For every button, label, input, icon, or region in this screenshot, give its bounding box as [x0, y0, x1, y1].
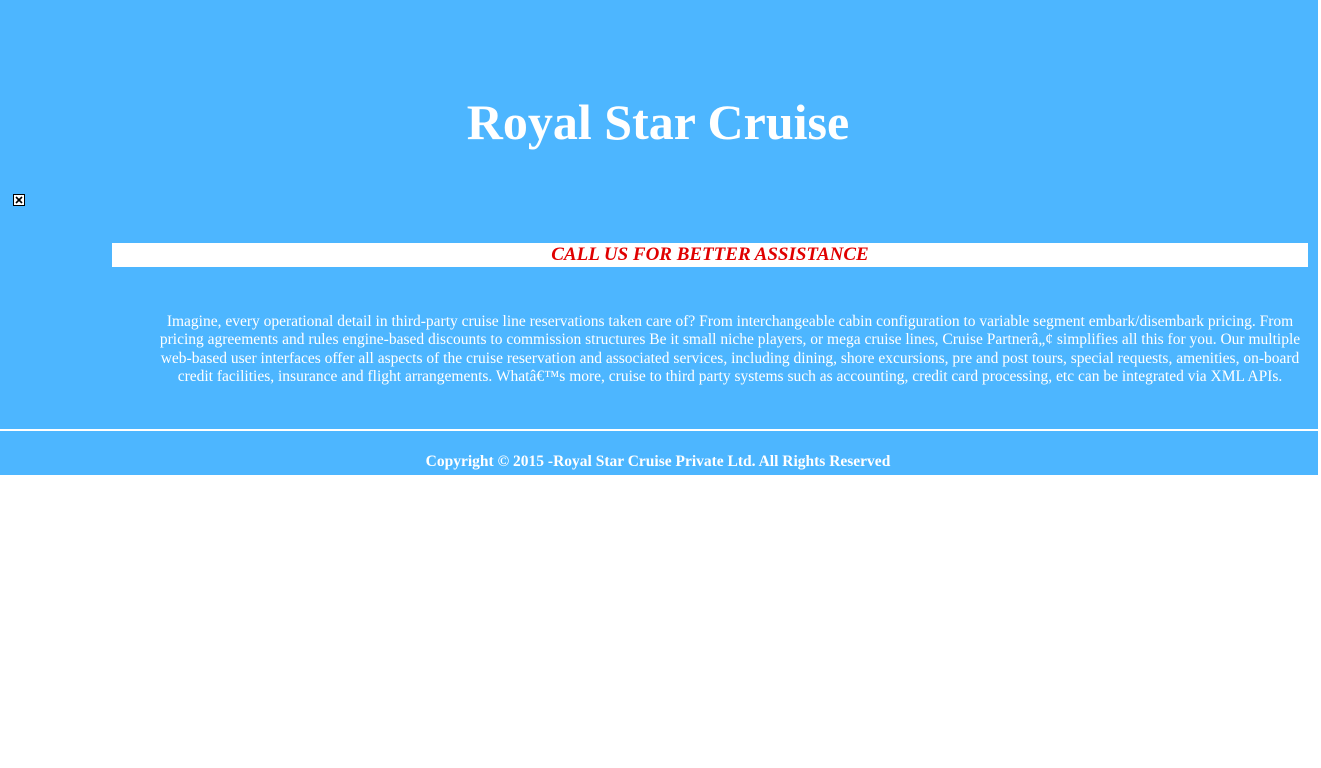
broken-image-icon	[13, 194, 25, 206]
call-us-banner: CALL US FOR BETTER ASSISTANCE	[112, 243, 1308, 267]
site-title: Royal Star Cruise	[466, 94, 850, 150]
footer-divider	[0, 429, 1318, 431]
page-body: Royal Star Cruise CALL US FOR BETTER ASS…	[0, 0, 1318, 475]
description-text: Imagine, every operational detail in thi…	[159, 313, 1301, 386]
copyright-text: Copyright © 2015 -Royal Star Cruise Priv…	[425, 453, 891, 470]
